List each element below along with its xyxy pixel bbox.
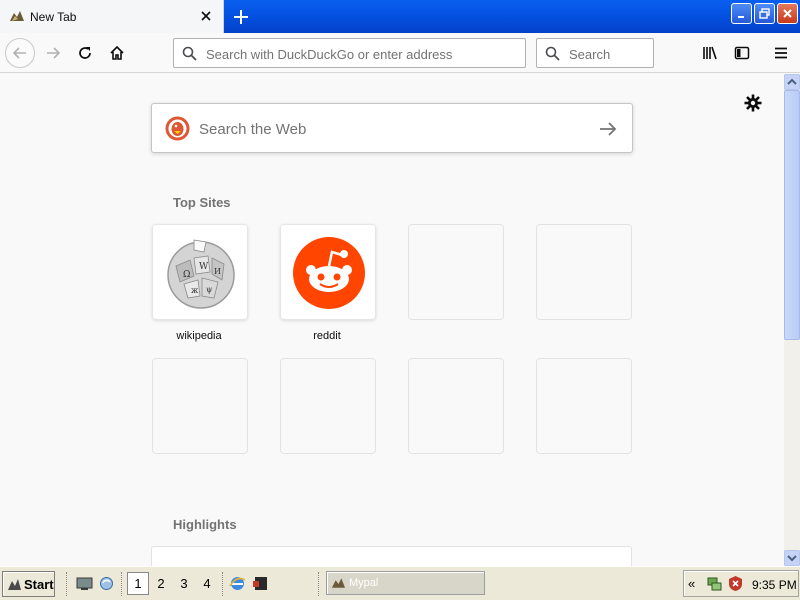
top-site-label: wikipedia (176, 330, 222, 342)
internet-explorer-icon[interactable] (229, 575, 246, 592)
menu-button[interactable] (766, 38, 796, 68)
workspace-1-button[interactable]: 1 (127, 572, 149, 595)
scroll-up-button[interactable] (784, 74, 800, 90)
settings-gear-icon[interactable] (744, 94, 762, 112)
clock: 9:35 PM (752, 578, 797, 592)
arrow-right-icon[interactable] (598, 119, 618, 139)
home-icon (110, 45, 124, 60)
chevron-up-icon (787, 78, 797, 85)
svg-text:W: W (199, 262, 209, 272)
top-site-tile-empty[interactable] (280, 358, 376, 454)
top-site-label: reddit (313, 330, 341, 342)
svg-text:ж: ж (191, 286, 199, 295)
sidebar-toggle-button[interactable] (727, 38, 757, 68)
search-bar-placeholder: Search (569, 47, 611, 62)
taskbar-separator (121, 572, 123, 596)
highlights-card[interactable] (151, 546, 632, 566)
reddit-alien-icon (293, 237, 365, 309)
sidebar-icon (734, 46, 750, 60)
search-icon (545, 46, 560, 61)
back-button[interactable] (5, 38, 35, 68)
taskbar-window-label: Mypal (349, 577, 379, 589)
mypal-favicon-icon (10, 11, 24, 21)
top-site-tile-reddit[interactable] (280, 224, 376, 320)
svg-text:И: И (214, 267, 221, 276)
system-tray: « 9:35 PM (683, 570, 799, 597)
taskbar-separator (318, 572, 320, 596)
scrollbar-thumb[interactable] (784, 90, 800, 340)
tab-new-tab[interactable]: New Tab (0, 0, 224, 33)
new-tab-page: Search the Web Top Sites Ω W И ж ψ wikip… (0, 74, 784, 566)
svg-text:Ω: Ω (183, 270, 190, 280)
chevron-down-icon (787, 555, 797, 562)
web-search-box[interactable]: Search the Web (151, 103, 633, 153)
library-icon (703, 46, 717, 60)
address-bar[interactable]: Search with DuckDuckGo or enter address (173, 38, 526, 68)
workspace-3-button[interactable]: 3 (173, 572, 195, 595)
minimize-button[interactable] (731, 3, 752, 24)
restore-button[interactable] (754, 3, 775, 24)
close-tab-icon[interactable] (199, 9, 213, 23)
taskbar-separator (222, 572, 224, 596)
wikipedia-globe-icon: Ω W И ж ψ (167, 239, 235, 309)
mypal-favicon-icon (331, 578, 346, 588)
library-button[interactable] (695, 38, 725, 68)
start-label: Start (24, 576, 54, 592)
top-site-tile-empty[interactable] (408, 224, 504, 320)
terminal-icon[interactable] (252, 575, 269, 592)
desktop-icon[interactable] (76, 575, 93, 592)
network-icon[interactable] (706, 575, 723, 592)
close-icon (783, 9, 792, 18)
top-site-tile-empty[interactable] (408, 358, 504, 454)
back-arrow-icon (12, 47, 26, 59)
top-site-tile-empty[interactable] (536, 224, 632, 320)
start-logo-icon (8, 579, 21, 590)
duckduckgo-logo-icon (165, 116, 190, 141)
refresh-desktop-icon[interactable] (98, 575, 115, 592)
top-site-tile-wikipedia[interactable]: Ω W И ж ψ (152, 224, 248, 320)
top-site-tile-empty[interactable] (152, 358, 248, 454)
start-button[interactable]: Start (2, 571, 55, 597)
title-bar: New Tab (0, 0, 800, 33)
workspace-4-button[interactable]: 4 (196, 572, 218, 595)
restore-icon (759, 8, 770, 19)
search-bar[interactable]: Search (536, 38, 654, 68)
tab-title: New Tab (30, 10, 77, 24)
forward-button[interactable] (38, 38, 68, 68)
close-window-button[interactable] (777, 3, 798, 24)
svg-text:ψ: ψ (206, 285, 212, 294)
hamburger-menu-icon (775, 47, 787, 59)
tray-expand-icon[interactable]: « (688, 576, 695, 591)
top-site-tile-empty[interactable] (536, 358, 632, 454)
highlights-heading: Highlights (173, 517, 237, 532)
top-sites-heading: Top Sites (173, 195, 231, 210)
forward-arrow-icon (47, 47, 61, 59)
address-bar-placeholder: Search with DuckDuckGo or enter address (206, 47, 453, 62)
taskbar-separator (66, 572, 68, 596)
workspace-2-button[interactable]: 2 (150, 572, 172, 595)
home-button[interactable] (102, 38, 132, 68)
reload-icon (79, 47, 91, 59)
search-icon (182, 46, 197, 61)
taskbar-window-button[interactable]: Mypal (326, 571, 485, 595)
navigation-toolbar: Search with DuckDuckGo or enter address … (0, 33, 800, 73)
reload-button[interactable] (70, 38, 100, 68)
scroll-down-button[interactable] (784, 550, 800, 566)
web-search-placeholder: Search the Web (199, 121, 307, 138)
taskbar: Start 1 2 3 4 Mypal « 9:35 PM (0, 566, 800, 600)
minimize-icon (738, 16, 744, 18)
security-shield-icon[interactable] (727, 575, 744, 592)
vertical-scrollbar[interactable] (784, 74, 800, 566)
new-tab-plus-icon[interactable] (230, 6, 252, 28)
